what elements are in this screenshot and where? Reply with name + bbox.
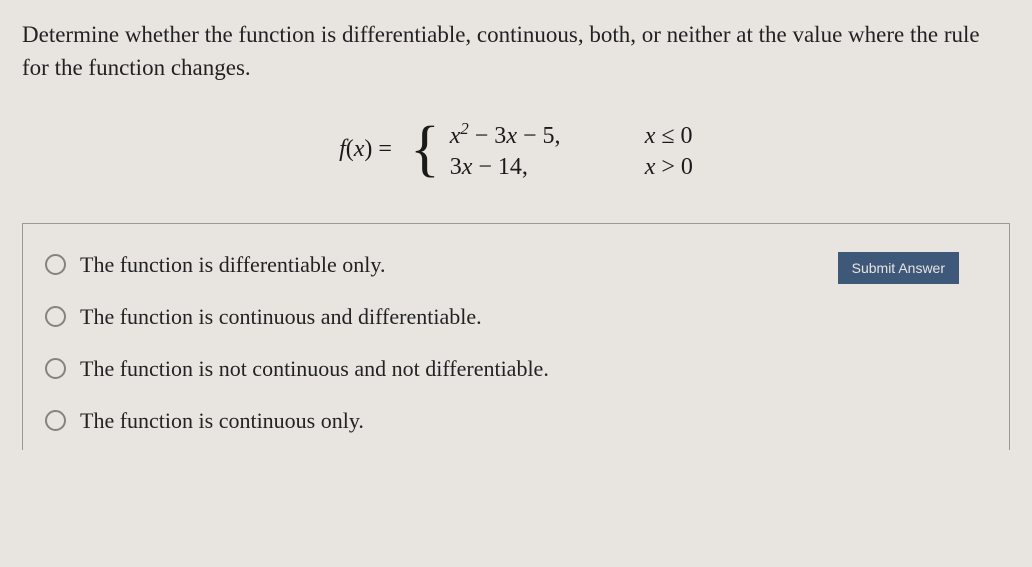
option-label: The function is continuous only. — [80, 408, 364, 434]
option-label: The function is not continuous and not d… — [80, 356, 549, 382]
option-4[interactable]: The function is continuous only. — [45, 408, 987, 434]
option-3[interactable]: The function is not continuous and not d… — [45, 356, 987, 382]
piecewise-equation: f(x) = { x2 − 3x − 5, x ≤ 0 3x − 14, x >… — [22, 115, 1010, 185]
case-1: x2 − 3x − 5, x ≤ 0 — [450, 119, 693, 150]
radio-icon[interactable] — [45, 254, 66, 275]
left-brace: { — [410, 125, 440, 175]
equation-lhs: f(x) = — [339, 136, 392, 163]
option-label: The function is continuous and different… — [80, 304, 482, 330]
option-label: The function is differentiable only. — [80, 252, 385, 278]
submit-answer-button[interactable]: Submit Answer — [838, 252, 959, 284]
radio-icon[interactable] — [45, 306, 66, 327]
case-2: 3x − 14, x > 0 — [450, 154, 693, 181]
option-2[interactable]: The function is continuous and different… — [45, 304, 987, 330]
options-container: Submit Answer The function is differenti… — [22, 223, 1010, 450]
radio-icon[interactable] — [45, 410, 66, 431]
radio-icon[interactable] — [45, 358, 66, 379]
question-prompt: Determine whether the function is differ… — [22, 18, 1010, 85]
